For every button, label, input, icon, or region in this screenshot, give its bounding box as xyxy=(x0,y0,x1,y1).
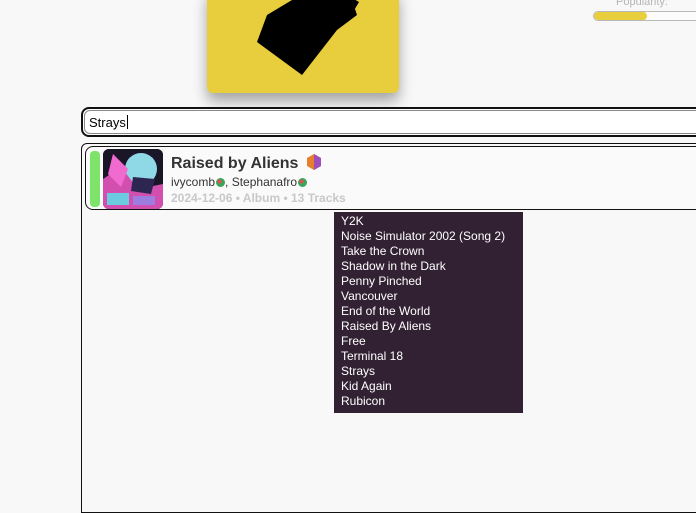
track-item: End of the World xyxy=(341,304,431,318)
album-result-card[interactable]: Raised by Aliens ivycomb, Stephanafro 20… xyxy=(85,146,696,210)
album-title-row: Raised by Aliens xyxy=(171,154,321,173)
text-caret xyxy=(126,115,128,129)
artist-badge-icon xyxy=(216,178,226,187)
popularity-bar-fill xyxy=(594,12,647,20)
popularity-bar xyxy=(593,11,696,21)
track-item: Y2K xyxy=(341,214,364,228)
track-item: Noise Simulator 2002 (Song 2) xyxy=(341,229,506,243)
track-item: Raised By Aliens xyxy=(341,319,432,333)
album-title: Raised by Aliens xyxy=(171,155,299,172)
track-item: Shadow in the Dark xyxy=(341,259,446,273)
album-thumbnail xyxy=(103,149,163,209)
cover-art-graphic xyxy=(257,0,359,75)
popularity-label: Popularity: xyxy=(616,0,668,8)
artist-separator: , xyxy=(225,175,229,189)
search-input-value: Strays xyxy=(89,114,126,130)
now-playing-cover-art[interactable] xyxy=(207,0,399,93)
search-box[interactable]: Strays xyxy=(81,107,696,137)
track-item: Kid Again xyxy=(341,379,392,393)
track-item: Terminal 18 xyxy=(341,349,404,363)
track-item: Take the Crown xyxy=(341,244,425,258)
track-item: Free xyxy=(341,334,366,348)
artist-link[interactable]: Stephanafro xyxy=(232,175,297,189)
selection-indicator xyxy=(90,151,100,207)
tracklist-tooltip: Y2K Noise Simulator 2002 (Song 2) Take the… xyxy=(334,212,523,413)
search-input[interactable]: Strays xyxy=(84,110,696,134)
track-item: Strays xyxy=(341,364,376,378)
album-meta: 2024-12-06 • Album • 13 Tracks xyxy=(171,191,346,205)
artist-link[interactable]: ivycomb xyxy=(171,175,215,189)
track-item: Rubicon xyxy=(341,394,386,408)
album-artists: ivycomb, Stephanafro xyxy=(171,175,308,189)
hexagon-icon xyxy=(306,154,321,170)
artist-badge-icon xyxy=(298,178,308,187)
track-item: Penny Pinched xyxy=(341,274,422,288)
track-item: Vancouver xyxy=(341,289,398,303)
